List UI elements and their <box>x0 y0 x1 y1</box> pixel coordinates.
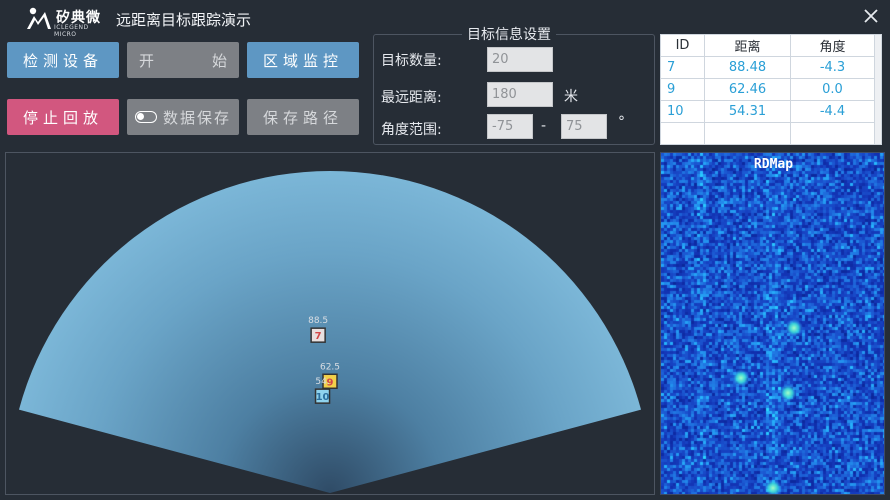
target-count-label: 目标数量: <box>381 53 442 69</box>
cell-angle: -4.4 <box>790 100 875 123</box>
radar-fan-sector <box>18 170 642 493</box>
radar-view: 788.5962.51054. <box>18 170 642 493</box>
table-row[interactable]: 9 62.46 0.0 <box>660 78 875 101</box>
start-button-label-left: 开 <box>139 52 155 70</box>
target-count-input[interactable] <box>487 47 553 72</box>
save-data-button[interactable]: 数据保存 <box>127 99 239 135</box>
cell-empty <box>790 122 875 145</box>
cell-distance: 88.48 <box>704 56 791 79</box>
iclegend-logo-icon <box>27 7 51 29</box>
title-bar: 矽典微 ICLEGEND MICRO 远距离目标跟踪演示 <box>0 0 890 38</box>
start-button[interactable]: 开 始 <box>127 42 239 78</box>
radar-target-id: 7 <box>315 331 322 342</box>
angle-max-input[interactable] <box>561 114 607 139</box>
cell-empty <box>660 122 705 145</box>
target-table: ID 距离 角度 7 88.48 -4.3 9 62.46 0.0 10 54.… <box>660 34 875 145</box>
close-icon[interactable] <box>858 3 884 29</box>
cell-empty <box>704 122 791 145</box>
radar-panel: 7 88.5 9 62.5 10 54. <box>5 152 655 495</box>
angle-range-label: 角度范围: <box>381 122 442 138</box>
table-header-row: ID 距离 角度 <box>660 34 875 57</box>
radar-target: 788.5 <box>308 316 328 343</box>
close-button[interactable] <box>858 3 884 29</box>
table-row[interactable]: 10 54.31 -4.4 <box>660 100 875 123</box>
save-data-label: 数据保存 <box>162 109 231 127</box>
max-range-label: 最远距离: <box>381 90 442 106</box>
angle-min-input[interactable] <box>487 114 533 139</box>
detect-device-button[interactable]: 检测设备 <box>7 42 119 78</box>
cell-distance: 62.46 <box>704 78 791 101</box>
column-header-distance: 距离 <box>704 34 791 57</box>
max-range-input[interactable] <box>487 82 553 107</box>
column-header-id: ID <box>660 34 705 57</box>
save-path-button[interactable]: 保存路径 <box>247 99 359 135</box>
radar-target-distance-label: 54. <box>315 377 329 387</box>
cell-angle: -4.3 <box>790 56 875 79</box>
cell-id: 7 <box>660 56 705 79</box>
settings-title: 目标信息设置 <box>462 24 556 44</box>
angle-separator: - <box>541 118 547 134</box>
cell-angle: 0.0 <box>790 78 875 101</box>
table-row[interactable]: 7 88.48 -4.3 <box>660 56 875 79</box>
radar-target-id: 10 <box>316 392 330 403</box>
range-unit: 米 <box>564 89 578 105</box>
logo-subtext: ICLEGEND MICRO <box>54 24 89 38</box>
stop-playback-button[interactable]: 停止回放 <box>7 99 119 135</box>
radar-target: 10 54. <box>314 377 331 404</box>
radar-target-distance-label: 88.5 <box>308 316 328 326</box>
app-title: 远距离目标跟踪演示 <box>116 11 252 29</box>
table-scrollbar[interactable] <box>874 34 882 145</box>
cell-id: 10 <box>660 100 705 123</box>
cell-id: 9 <box>660 78 705 101</box>
rdmap-title: RDMap <box>753 157 794 172</box>
rdmap-heatmap <box>661 153 884 494</box>
table-row-empty <box>660 122 875 145</box>
start-button-label-right: 始 <box>211 52 227 70</box>
angle-unit: ° <box>618 114 625 130</box>
zone-monitor-button[interactable]: 区域监控 <box>247 42 359 78</box>
rdmap-panel: RDMap <box>660 152 885 495</box>
company-logo: 矽典微 ICLEGEND MICRO <box>24 6 108 38</box>
column-header-angle: 角度 <box>790 34 875 57</box>
radar-target-distance-label: 62.5 <box>320 362 340 372</box>
toggle-switch-icon[interactable] <box>134 111 157 123</box>
cell-distance: 54.31 <box>704 100 791 123</box>
